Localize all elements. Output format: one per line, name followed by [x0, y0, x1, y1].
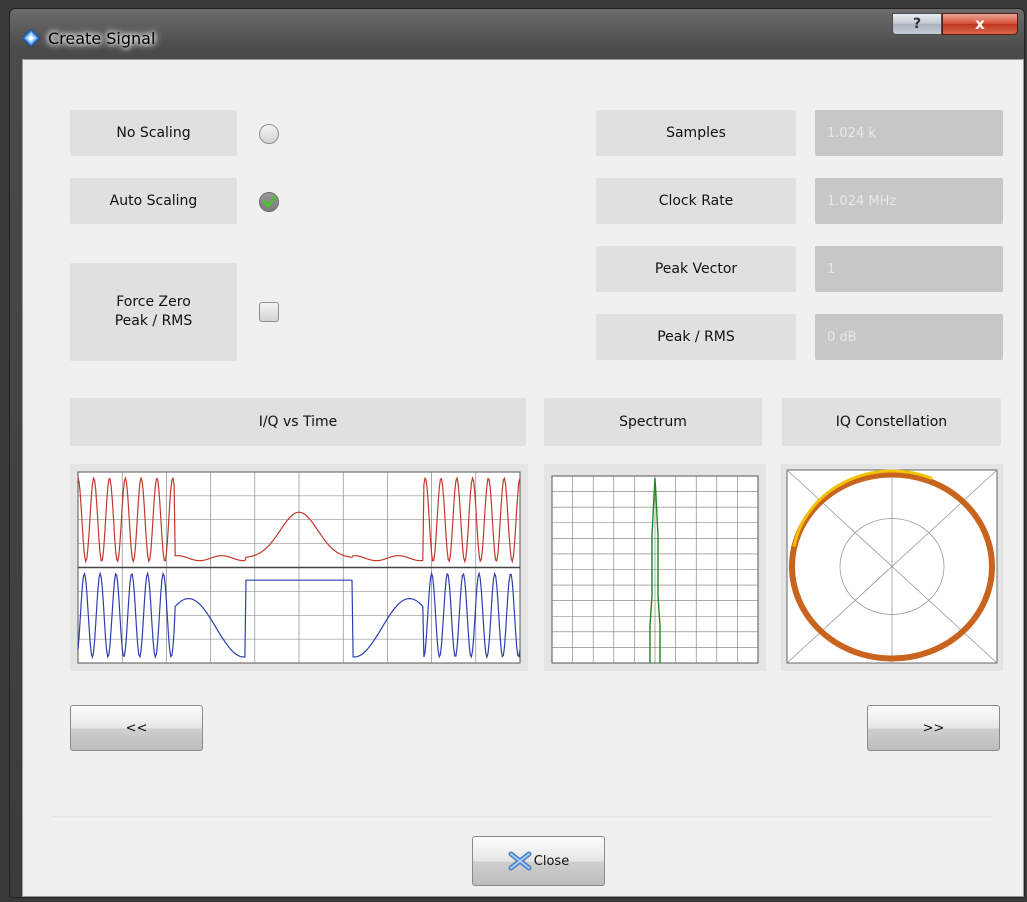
- no-scaling-radio[interactable]: [259, 124, 279, 144]
- constellation-plot: [781, 464, 1003, 671]
- dialog-body: No Scaling Auto Scaling Force Zero Peak …: [22, 59, 1024, 897]
- clock-rate-label: Clock Rate: [596, 178, 796, 224]
- force-zero-checkbox[interactable]: [259, 302, 279, 322]
- close-button[interactable]: Close: [472, 836, 605, 886]
- peak-rms-field: 0 dB: [815, 314, 1003, 360]
- peak-vector-label: Peak Vector: [596, 246, 796, 292]
- help-button[interactable]: ?: [892, 13, 942, 35]
- window-close-button[interactable]: x: [942, 13, 1018, 35]
- title-bar: Create Signal ? x: [10, 9, 1024, 59]
- close-x-icon: [508, 851, 532, 871]
- samples-field: 1.024 k: [815, 110, 1003, 156]
- window-title: Create Signal: [48, 29, 156, 48]
- auto-scaling-radio[interactable]: [259, 192, 279, 212]
- create-signal-window: Create Signal ? x No Scaling Auto Scalin…: [9, 8, 1025, 898]
- auto-scaling-label: Auto Scaling: [70, 178, 237, 224]
- app-icon: [22, 29, 40, 47]
- checkmark-icon: [262, 195, 277, 208]
- samples-label: Samples: [596, 110, 796, 156]
- iq-time-header: I/Q vs Time: [70, 398, 526, 446]
- spectrum-plot: [544, 464, 766, 671]
- spectrum-header: Spectrum: [544, 398, 762, 446]
- clock-rate-field: 1.024 MHz: [815, 178, 1003, 224]
- no-scaling-label: No Scaling: [70, 110, 237, 156]
- peak-rms-label: Peak / RMS: [596, 314, 796, 360]
- peak-vector-field: 1: [815, 246, 1003, 292]
- force-zero-label: Force Zero Peak / RMS: [70, 263, 237, 361]
- constellation-chart: [786, 469, 998, 664]
- constellation-header: IQ Constellation: [782, 398, 1001, 446]
- previous-button[interactable]: <<: [70, 705, 203, 751]
- iq-time-plot: [70, 464, 528, 671]
- iq-time-chart: [77, 471, 521, 664]
- spectrum-chart: [551, 475, 759, 664]
- next-button[interactable]: >>: [867, 705, 1000, 751]
- close-button-label: Close: [533, 853, 570, 869]
- footer-separator: [53, 816, 993, 820]
